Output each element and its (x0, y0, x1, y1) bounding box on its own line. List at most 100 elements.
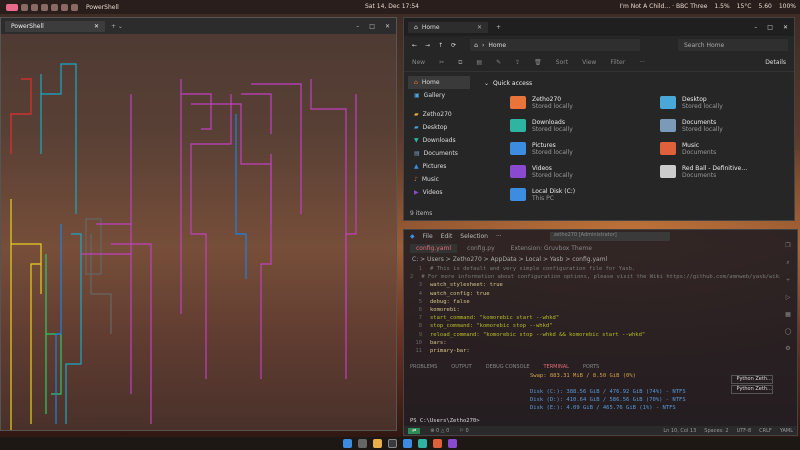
terminal-icon[interactable] (388, 439, 397, 448)
tab-debug-console[interactable]: DEBUG CONSOLE (486, 364, 530, 370)
search-icon[interactable] (358, 439, 367, 448)
menu-file[interactable]: File (423, 233, 433, 240)
workspace-5[interactable] (51, 3, 58, 11)
sidebar-item-documents[interactable]: ▤ Documents (408, 147, 470, 160)
workspace-indicator[interactable] (6, 3, 78, 11)
menu-selection[interactable]: Selection (460, 233, 488, 240)
code-line[interactable]: 3 watch_stylesheet: true (410, 282, 780, 290)
search-input[interactable]: Search Home (678, 39, 788, 51)
workspace-6[interactable] (61, 3, 68, 11)
encoding[interactable]: UTF-8 (737, 428, 752, 434)
source-control-icon[interactable]: ⑂ (786, 277, 790, 284)
start-icon[interactable] (343, 439, 352, 448)
share-icon[interactable]: ⇪ (515, 59, 520, 66)
media-widget[interactable]: I'm Not A Child… · BBC Three (620, 3, 708, 10)
address-bar[interactable]: ⌂ › Home (470, 39, 641, 51)
workspace-4[interactable] (41, 3, 48, 11)
tab-extension[interactable]: Extension: Gruvbox Theme (505, 244, 598, 253)
tab-output[interactable]: OUTPUT (451, 364, 471, 370)
menu-more[interactable]: ··· (496, 233, 502, 240)
quick-access-item[interactable]: Videos Stored locally (482, 162, 632, 181)
rename-icon[interactable]: ✎ (496, 59, 501, 66)
details-button[interactable]: Details (765, 59, 786, 66)
breadcrumb[interactable]: C: > Users > Zetho270 > AppData > Local … (404, 254, 797, 264)
up-icon[interactable]: ↑ (438, 42, 443, 49)
indentation[interactable]: Spaces: 2 (704, 428, 728, 434)
quick-access-item[interactable]: Pictures Stored locally (482, 139, 632, 158)
more-button[interactable]: ··· (639, 59, 645, 66)
quick-access-item[interactable]: Desktop Stored locally (632, 93, 782, 112)
workspace-7[interactable] (71, 3, 78, 11)
integrated-terminal[interactable]: Swap: 883.31 MiB / 8.50 GiB (0%) Disk (C… (410, 373, 720, 413)
filter-button[interactable]: Filter (610, 59, 625, 66)
close-icon[interactable]: ✕ (477, 24, 482, 31)
quick-access-item[interactable]: Local Disk (C:) This PC (482, 185, 632, 204)
extensions-icon[interactable]: ▦ (785, 311, 791, 318)
code-line[interactable]: 5 debug: false (410, 299, 780, 307)
quick-access-item[interactable]: Zetho270 Stored locally (482, 93, 632, 112)
tab-ports[interactable]: PORTS (583, 364, 599, 370)
workspace-3[interactable] (31, 3, 38, 11)
terminal-list-item[interactable]: Python Zeth… (731, 385, 773, 394)
file-explorer-icon[interactable] (373, 439, 382, 448)
back-icon[interactable]: ← (412, 42, 417, 49)
sidebar-item-music[interactable]: ♪ Music (408, 173, 470, 186)
remote-indicator[interactable]: ⇌ (408, 427, 421, 434)
problems-count[interactable]: ⊗ 0 △ 0 (430, 428, 449, 434)
tab-terminal[interactable]: TERMINAL (543, 364, 568, 370)
view-button[interactable]: View (582, 59, 596, 66)
language-mode[interactable]: YAML (780, 428, 793, 434)
terminal-list-item[interactable]: Python Zeth… (731, 375, 773, 384)
code-line[interactable]: 10 bars: (410, 340, 780, 348)
minimize-button[interactable]: – (754, 24, 757, 31)
account-icon[interactable]: ◯ (785, 328, 792, 335)
search-icon[interactable]: ⌕ (786, 259, 789, 267)
explorer-tab[interactable]: ⌂ Home ✕ (408, 21, 488, 33)
code-line[interactable]: 1 # This is default and very simple confi… (410, 266, 780, 274)
sidebar-item-videos[interactable]: ▶ Videos (408, 186, 470, 199)
paste-icon[interactable]: ▤ (476, 59, 482, 66)
terminal-window[interactable]: PowerShell ✕ + ⌄ – □ ✕ (0, 17, 397, 431)
file-explorer-window[interactable]: ⌂ Home ✕ + – □ ✕ ← → ↑ ⟳ ⌂ › Home Search… (403, 17, 795, 221)
code-line[interactable]: 7 start_command: "komorebic start --whkd… (410, 315, 780, 323)
command-center-search[interactable]: zetho270 [Administrator] (549, 231, 670, 241)
maximize-button[interactable]: □ (767, 24, 773, 31)
new-tab-button[interactable]: + ⌄ (111, 23, 123, 30)
new-button[interactable]: New (412, 59, 425, 66)
sidebar-item-gallery[interactable]: ▣ Gallery (408, 89, 470, 102)
delete-icon[interactable]: 🗑 (534, 59, 542, 66)
clock[interactable]: Sat 14, Dec 17:54 (365, 3, 419, 10)
explorer-icon[interactable]: ❐ (785, 242, 790, 249)
workspace-2[interactable] (21, 3, 28, 11)
close-button[interactable]: ✕ (783, 24, 788, 31)
code-line[interactable]: 2 # For more information about configurat… (410, 274, 780, 282)
code-line[interactable]: 6 komorebi: (410, 307, 780, 315)
tab-config-yaml[interactable]: config.yaml (410, 243, 458, 253)
tab-config-py[interactable]: config.py (461, 244, 501, 253)
chevron-down-icon[interactable]: ⌄ (484, 80, 489, 87)
run-debug-icon[interactable]: ▷ (786, 294, 791, 301)
vscode-icon[interactable] (403, 439, 412, 448)
refresh-icon[interactable]: ⟳ (451, 42, 456, 49)
minimize-button[interactable]: – (356, 23, 359, 30)
new-tab-button[interactable]: + (496, 24, 501, 31)
sort-button[interactable]: Sort (556, 59, 568, 66)
code-line[interactable]: 9 reload_command: "komorebic stop --whkd… (410, 332, 780, 340)
close-icon[interactable]: ✕ (94, 23, 99, 30)
copy-icon[interactable]: ⧉ (458, 59, 462, 67)
quick-access-item[interactable]: Red Ball - Definitive… Documents (632, 162, 782, 181)
tab-problems[interactable]: PROBLEMS (410, 364, 437, 370)
app-icon[interactable] (433, 439, 442, 448)
app-icon[interactable] (448, 439, 457, 448)
sidebar-item-home[interactable]: ⌂ Home (408, 76, 470, 89)
sidebar-item-user[interactable]: ▰ Zetho270 (408, 108, 470, 121)
code-editor-window[interactable]: ◆ File Edit Selection ··· zetho270 [Admi… (403, 229, 798, 436)
cursor-position[interactable]: Ln 10, Col 13 (663, 428, 696, 434)
workspace-1[interactable] (6, 3, 18, 11)
code-line[interactable]: 8 stop_command: "komorebic stop --whkd" (410, 323, 780, 331)
ports-count[interactable]: ⚐ 0 (459, 428, 468, 434)
menu-edit[interactable]: Edit (441, 233, 453, 240)
quick-access-item[interactable]: Downloads Stored locally (482, 116, 632, 135)
terminal-tab[interactable]: PowerShell ✕ (5, 20, 105, 32)
gear-icon[interactable]: ⚙ (785, 345, 790, 352)
